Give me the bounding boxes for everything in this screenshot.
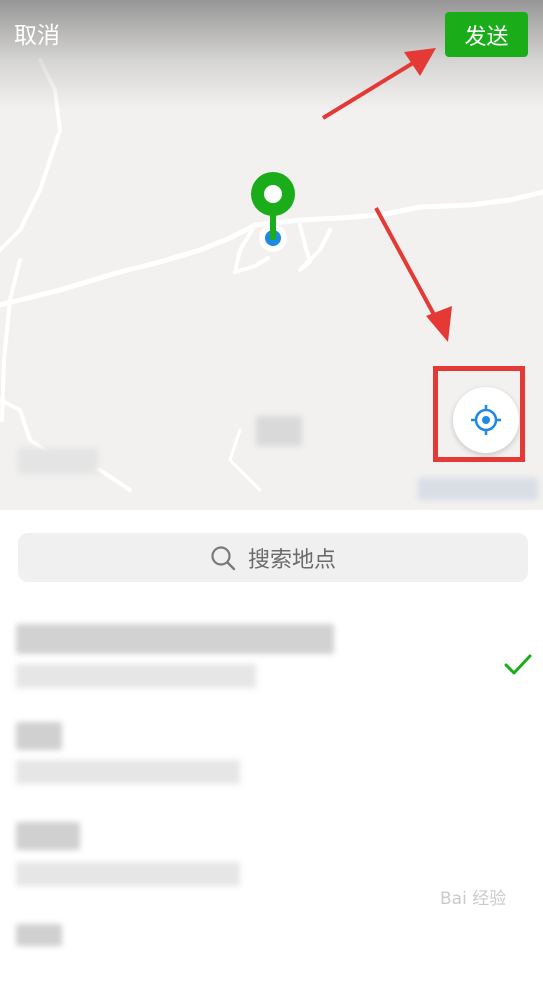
watermark: Bai 经验 [440, 889, 507, 909]
blurred-title [16, 722, 62, 750]
search-icon [211, 545, 236, 570]
checkmark-icon [504, 654, 532, 675]
blurred-label [18, 448, 98, 474]
send-button[interactable]: 发送 [445, 12, 528, 57]
map-pin-icon [251, 172, 295, 252]
list-item[interactable] [0, 712, 543, 808]
blurred-subtitle [16, 760, 240, 784]
blurred-label [256, 416, 302, 446]
search-placeholder: 搜索地点 [247, 547, 336, 573]
map-view[interactable]: 取消 发送 [0, 0, 543, 510]
search-bar[interactable]: 搜索地点 [18, 533, 528, 582]
cancel-button[interactable]: 取消 [14, 20, 60, 52]
blurred-title [16, 822, 80, 850]
locate-me-button[interactable] [453, 387, 519, 453]
blurred-subtitle [16, 664, 256, 688]
list-item[interactable] [0, 908, 543, 1004]
blurred-attribution [418, 478, 538, 500]
blurred-title [16, 624, 334, 654]
blurred-title [16, 924, 62, 946]
crosshair-locate-icon [471, 405, 501, 435]
blurred-subtitle [16, 862, 240, 886]
list-item-selected[interactable] [0, 612, 543, 708]
